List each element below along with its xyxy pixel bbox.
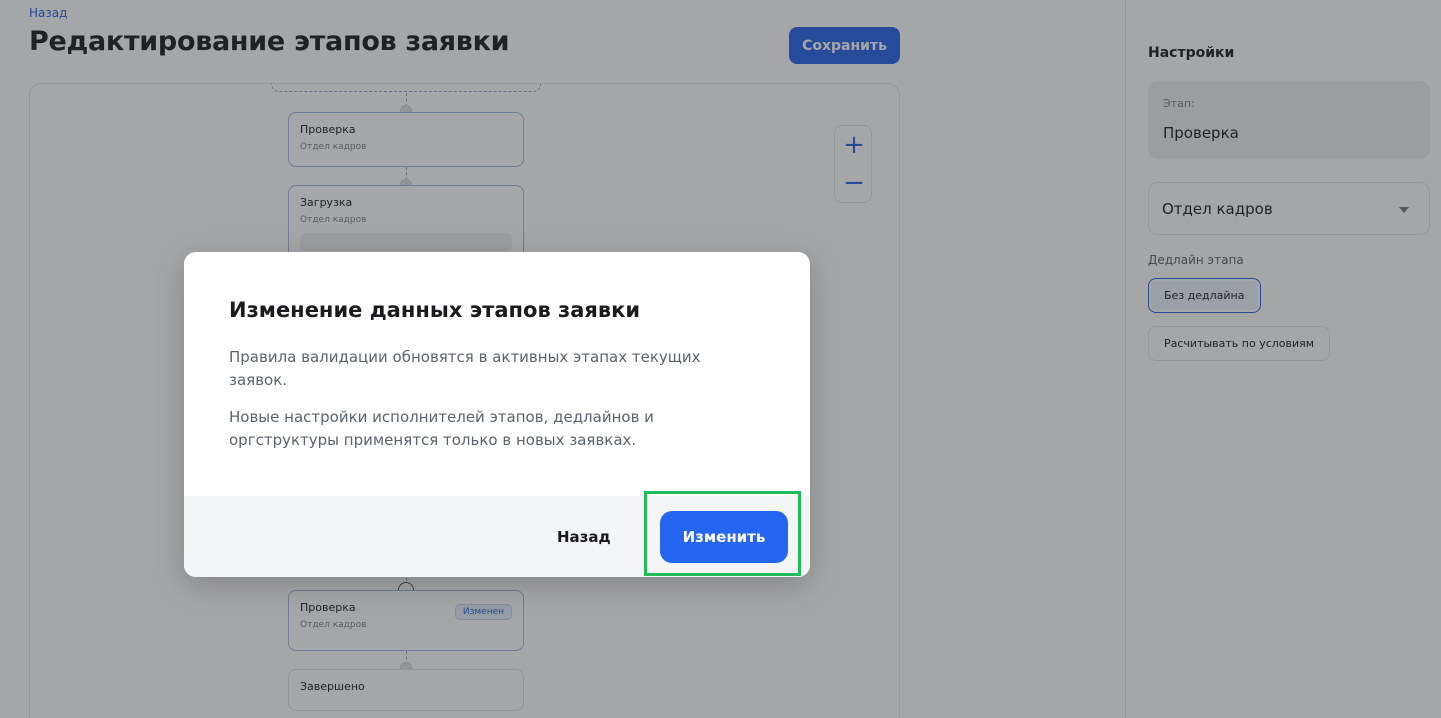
dialog-title: Изменение данных этапов заявки	[229, 298, 641, 322]
confirm-dialog: Изменение данных этапов заявки Правила в…	[184, 252, 810, 577]
dialog-text-new-settings: Новые настройки исполнителей этапов, дед…	[229, 408, 654, 449]
dialog-confirm-button[interactable]: Изменить	[660, 511, 788, 563]
dialog-back-button[interactable]: Назад	[550, 518, 618, 555]
dialog-text-validation: Правила валидации обновятся в активных э…	[229, 348, 701, 389]
dialog-footer: Назад Изменить	[184, 496, 810, 577]
